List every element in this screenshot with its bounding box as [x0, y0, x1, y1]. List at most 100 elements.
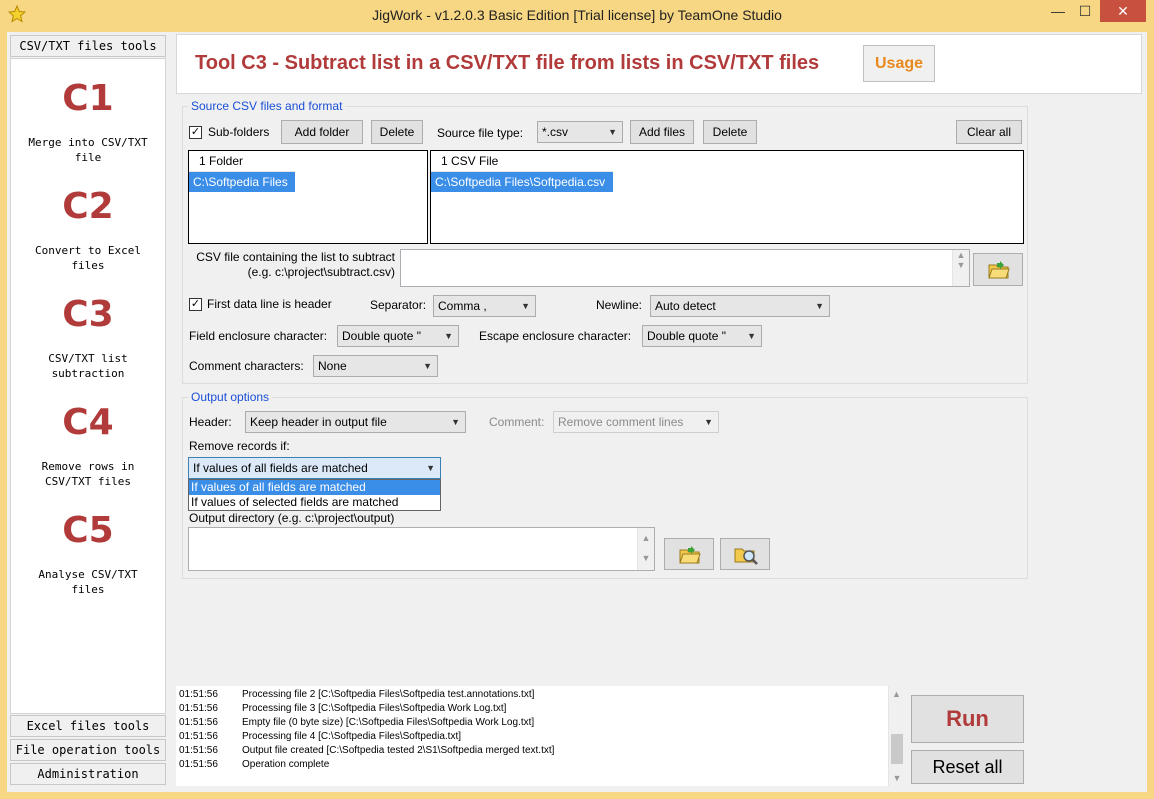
files-list-header: 1 CSV File: [431, 151, 613, 172]
tool-label: Analyse CSV/TXT files: [38, 568, 138, 596]
newline-select[interactable]: Auto detect ▼: [650, 295, 830, 317]
escape-enclosure-select[interactable]: Double quote " ▼: [642, 325, 762, 347]
log-line: 01:51:56 Empty file (0 byte size) [C:\Sof…: [179, 717, 535, 728]
tool-label: Convert to Excel files: [35, 244, 141, 272]
add-folder-button[interactable]: Add folder: [281, 120, 363, 144]
maximize-button[interactable]: ☐: [1072, 0, 1098, 22]
files-list[interactable]: 1 CSV File C:\Softpedia Files\Softpedia.…: [430, 150, 1024, 244]
add-files-button[interactable]: Add files: [630, 120, 694, 144]
usage-button[interactable]: Usage: [863, 45, 935, 82]
source-type-label: Source file type:: [437, 126, 524, 140]
log-line: 01:51:56 Processing file 2 [C:\Softpedia …: [179, 689, 535, 700]
log-line: 01:51:56 Processing file 3 [C:\Softpedia …: [179, 703, 507, 714]
subtract-file-label: CSV file containing the list to subtract…: [196, 250, 395, 279]
scroll-down-icon[interactable]: ▼: [889, 770, 905, 786]
remove-records-select[interactable]: If values of all fields are matched ▼: [188, 457, 441, 479]
tool-c1[interactable]: C1 Merge into CSV/TXT file: [10, 78, 166, 165]
log-scrollbar[interactable]: ▲ ▼: [888, 686, 904, 786]
log-panel: 01:51:56 Processing file 2 [C:\Softpedia …: [176, 686, 904, 786]
run-button[interactable]: Run: [911, 695, 1024, 743]
field-enclosure-select[interactable]: Double quote " ▼: [337, 325, 459, 347]
tool-code: C5: [62, 510, 114, 551]
dropdown-option[interactable]: If values of all fields are matched: [189, 480, 440, 495]
tool-label: CSV/TXT list subtraction: [48, 352, 128, 380]
chevron-down-icon: ▼: [747, 331, 756, 341]
field-enclosure-label: Field enclosure character:: [189, 329, 328, 343]
page-title: Tool C3 - Subtract list in a CSV/TXT fil…: [195, 52, 820, 74]
tab-excel-files-tools[interactable]: Excel files tools: [10, 715, 166, 737]
remove-records-dropdown[interactable]: If values of all fields are matched If v…: [188, 479, 441, 511]
reset-all-button[interactable]: Reset all: [911, 750, 1024, 784]
tab-administration[interactable]: Administration: [10, 763, 166, 785]
chevron-down-icon: ▼: [608, 127, 617, 137]
newline-label: Newline:: [596, 298, 643, 312]
window-title: JigWork - v1.2.0.3 Basic Edition [Trial …: [372, 7, 782, 23]
remove-records-label: Remove records if:: [189, 439, 290, 453]
close-button[interactable]: ✕: [1100, 0, 1146, 22]
first-line-header-label: First data line is header: [207, 297, 332, 311]
tool-code: C1: [62, 78, 114, 119]
tool-label: Remove rows in CSV/TXT files: [41, 460, 135, 488]
output-dir-input[interactable]: [188, 527, 655, 571]
source-type-select[interactable]: *.csv ▼: [537, 121, 623, 143]
clear-all-button[interactable]: Clear all: [956, 120, 1022, 144]
list-item[interactable]: C:\Softpedia Files: [189, 172, 295, 192]
chevron-down-icon: ▼: [426, 463, 435, 473]
separator-label: Separator:: [370, 298, 427, 312]
output-group-label: Output options: [188, 390, 273, 404]
chevron-down-icon: ▼: [423, 361, 432, 371]
subfolders-checkbox[interactable]: ✓: [189, 126, 202, 139]
output-dir-scrollbar[interactable]: ▲ ▼: [637, 528, 654, 570]
tool-code: C4: [62, 402, 114, 443]
comment-label: Comment:: [489, 415, 545, 429]
scroll-thumb[interactable]: [891, 734, 903, 764]
log-line: 01:51:56 Output file created [C:\Softpedi…: [179, 745, 555, 756]
tool-code: C2: [62, 186, 114, 227]
subtract-file-input[interactable]: [400, 249, 970, 287]
open-output-folder-button[interactable]: [720, 538, 770, 570]
output-dir-label: Output directory (e.g. c:\project\output…: [189, 511, 395, 525]
chevron-down-icon: ▼: [815, 301, 824, 311]
tool-code: C3: [62, 294, 114, 335]
log-line: 01:51:56 Operation complete: [179, 759, 330, 770]
tool-c4[interactable]: C4 Remove rows in CSV/TXT files: [10, 402, 166, 489]
comment-chars-select[interactable]: None ▼: [313, 355, 438, 377]
delete-folder-button[interactable]: Delete: [371, 120, 423, 144]
folder-open-icon: [679, 545, 701, 568]
log-lines: 01:51:56 Processing file 2 [C:\Softpedia …: [179, 688, 554, 772]
dropdown-option[interactable]: If values of selected fields are matched: [189, 495, 440, 510]
tool-c3[interactable]: C3 CSV/TXT list subtraction: [10, 294, 166, 381]
folder-search-icon: [734, 544, 758, 569]
list-item[interactable]: C:\Softpedia Files\Softpedia.csv: [431, 172, 613, 192]
source-group-label: Source CSV files and format: [188, 99, 346, 113]
header-label: Header:: [189, 415, 232, 429]
subfolders-label: Sub-folders: [208, 125, 270, 139]
header-select[interactable]: Keep header in output file ▼: [245, 411, 466, 433]
delete-files-button[interactable]: Delete: [703, 120, 757, 144]
separator-select[interactable]: Comma , ▼: [433, 295, 536, 317]
comment-select: Remove comment lines ▼: [553, 411, 719, 433]
tool-c5[interactable]: C5 Analyse CSV/TXT files: [10, 510, 166, 597]
comment-chars-label: Comment characters:: [189, 359, 304, 373]
browse-output-button[interactable]: [664, 538, 714, 570]
chevron-down-icon: ▼: [444, 331, 453, 341]
folders-list[interactable]: 1 Folder C:\Softpedia Files: [188, 150, 428, 244]
chevron-down-icon: ▼: [704, 417, 713, 427]
tool-header: Tool C3 - Subtract list in a CSV/TXT fil…: [176, 34, 1142, 94]
title-bar: JigWork - v1.2.0.3 Basic Edition [Trial …: [0, 0, 1154, 32]
minimize-button[interactable]: —: [1044, 0, 1072, 22]
chevron-down-icon: ▼: [521, 301, 530, 311]
chevron-down-icon: ▼: [451, 417, 460, 427]
log-line: 01:51:56 Processing file 4 [C:\Softpedia …: [179, 731, 461, 742]
subtract-scrollbar[interactable]: ▲ ▼: [952, 250, 969, 286]
first-line-header-checkbox[interactable]: ✓: [189, 298, 202, 311]
folders-list-header: 1 Folder: [189, 151, 295, 172]
escape-enclosure-label: Escape enclosure character:: [479, 329, 632, 343]
browse-subtract-button[interactable]: [973, 253, 1023, 286]
tool-c2[interactable]: C2 Convert to Excel files: [10, 186, 166, 273]
scroll-up-icon[interactable]: ▲: [889, 686, 904, 702]
folder-open-icon: [988, 260, 1010, 283]
tab-file-operation-tools[interactable]: File operation tools: [10, 739, 166, 761]
tab-csv-txt-files-tools[interactable]: CSV/TXT files tools: [10, 35, 166, 57]
tool-label: Merge into CSV/TXT file: [28, 136, 148, 164]
